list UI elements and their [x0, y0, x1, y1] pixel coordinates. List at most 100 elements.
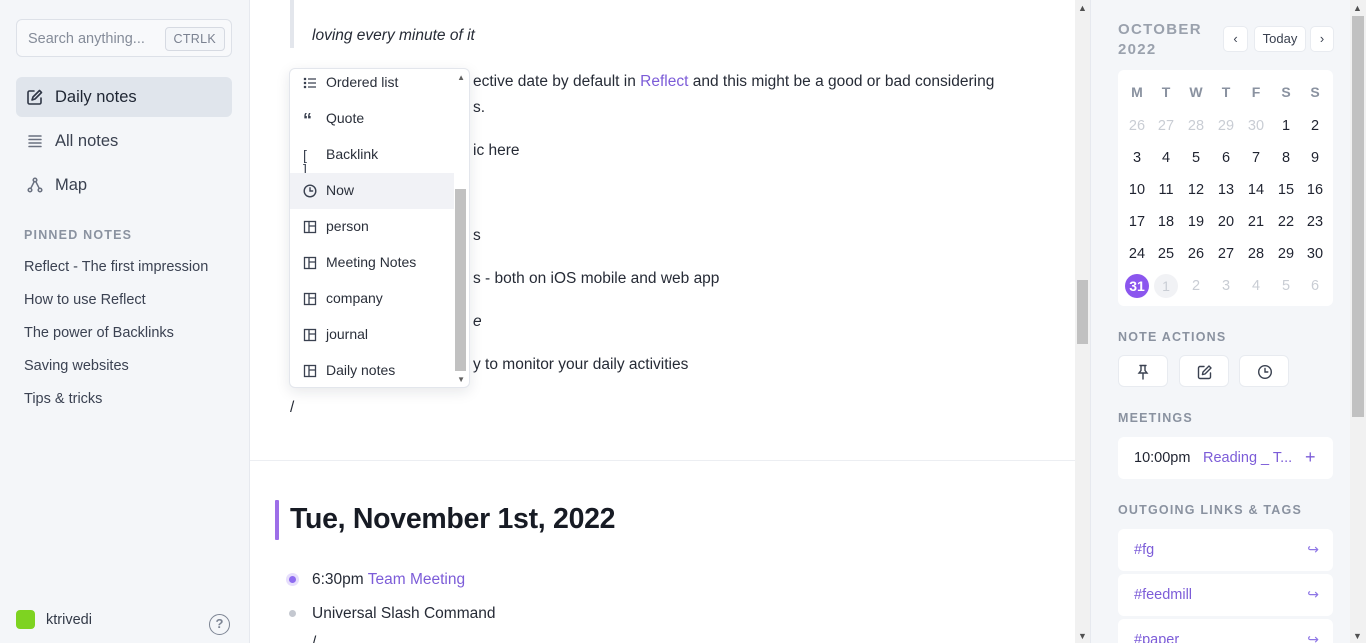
meeting-name[interactable]: Reading _ T... — [1203, 450, 1292, 466]
calendar-day[interactable]: 15 — [1271, 182, 1301, 198]
pinned-note[interactable]: How to use Reflect — [24, 292, 146, 308]
calendar-day[interactable]: 23 — [1300, 214, 1330, 230]
calendar-day[interactable]: 5 — [1271, 278, 1301, 294]
add-meeting-button[interactable]: + — [1305, 447, 1316, 468]
template-icon — [303, 364, 317, 378]
calendar-day[interactable]: 5 — [1181, 150, 1211, 166]
help-icon[interactable]: ? — [209, 614, 230, 635]
backlink[interactable]: Reflect — [640, 73, 688, 90]
calendar-day[interactable]: 30 — [1300, 246, 1330, 262]
pinned-note[interactable]: Saving websites — [24, 358, 129, 374]
right-panel-scrollbar[interactable]: ▲ ▼ — [1350, 0, 1366, 643]
calendar-day[interactable]: 18 — [1151, 214, 1181, 230]
scroll-up-icon[interactable]: ▲ — [1078, 3, 1087, 13]
calendar-day[interactable]: 22 — [1271, 214, 1301, 230]
calendar-day[interactable]: 3 — [1122, 150, 1152, 166]
calendar-day[interactable]: 14 — [1241, 182, 1271, 198]
editor[interactable]: loving every minute of it ective date by… — [250, 0, 1075, 643]
calendar-day[interactable]: 2 — [1181, 278, 1211, 294]
calendar-day[interactable]: 19 — [1181, 214, 1211, 230]
calendar-day[interactable]: 4 — [1241, 278, 1271, 294]
calendar-day[interactable]: 16 — [1300, 182, 1330, 198]
calendar-day[interactable]: 21 — [1241, 214, 1271, 230]
calendar-day[interactable]: 24 — [1122, 246, 1152, 262]
menu-item-backlink[interactable]: [ ] Backlink — [290, 137, 454, 176]
calendar-day[interactable]: 17 — [1122, 214, 1152, 230]
meeting-row[interactable]: 10:00pm Reading _ T... + — [1118, 437, 1333, 479]
pinned-note[interactable]: Tips & tricks — [24, 391, 102, 407]
editor-scrollbar[interactable]: ▲ ▼ — [1075, 0, 1090, 643]
calendar-day[interactable]: 11 — [1151, 182, 1181, 198]
day-divider — [250, 460, 1075, 461]
calendar-day[interactable]: 1 — [1154, 274, 1178, 298]
menu-item-template[interactable]: journal — [290, 317, 454, 353]
slash-command-input[interactable]: / — [290, 399, 294, 417]
nav-all-notes[interactable]: All notes — [16, 121, 232, 161]
calendar-day[interactable]: 26 — [1122, 118, 1152, 134]
edit-button[interactable] — [1179, 355, 1229, 387]
search-input[interactable]: Search anything... CTRLK — [16, 19, 232, 57]
calendar-day[interactable]: 6 — [1211, 150, 1241, 166]
nav-daily-notes[interactable]: Daily notes — [16, 77, 232, 117]
pinned-note[interactable]: The power of Backlinks — [24, 325, 174, 341]
editor-line: s — [473, 227, 481, 244]
calendar-day[interactable]: 10 — [1122, 182, 1152, 198]
menu-scroll-up-icon[interactable]: ▲ — [457, 73, 465, 82]
prev-month-button[interactable]: ‹ — [1223, 26, 1248, 52]
calendar-day[interactable]: 28 — [1181, 118, 1211, 134]
calendar-day[interactable]: 25 — [1151, 246, 1181, 262]
scrollbar-thumb[interactable] — [1352, 16, 1364, 417]
menu-scroll-down-icon[interactable]: ▼ — [457, 375, 465, 384]
next-month-button[interactable]: › — [1310, 26, 1334, 52]
nav-label: Map — [55, 176, 88, 194]
slash-command-menu[interactable]: Ordered list “ Quote [ ] Backlink Now pe… — [289, 68, 470, 388]
menu-item-template[interactable]: Daily notes — [290, 353, 454, 387]
history-button[interactable] — [1239, 355, 1289, 387]
pinned-note[interactable]: Reflect - The first impression — [24, 259, 208, 275]
pin-button[interactable] — [1118, 355, 1168, 387]
tag-item[interactable]: #feedmill ↪ — [1118, 574, 1333, 616]
meeting-link[interactable]: Team Meeting — [368, 571, 465, 588]
menu-item-template[interactable]: Meeting Notes — [290, 245, 454, 281]
calendar-day[interactable]: 4 — [1151, 150, 1181, 166]
sidebar: Search anything... CTRLK Daily notes All… — [0, 0, 250, 643]
tag-item[interactable]: #fg ↪ — [1118, 529, 1333, 571]
menu-item-template[interactable]: person — [290, 209, 454, 245]
menu-item-now[interactable]: Now — [290, 173, 454, 209]
scroll-down-icon[interactable]: ▼ — [1353, 631, 1362, 641]
calendar-day[interactable]: 20 — [1211, 214, 1241, 230]
calendar-day[interactable]: 8 — [1271, 150, 1301, 166]
tag-item[interactable]: #paper ↪ — [1118, 619, 1333, 643]
scroll-down-icon[interactable]: ▼ — [1078, 631, 1087, 641]
calendar-day[interactable]: 29 — [1211, 118, 1241, 134]
calendar-day[interactable]: 9 — [1300, 150, 1330, 166]
calendar-day[interactable]: 26 — [1181, 246, 1211, 262]
calendar-day[interactable]: 1 — [1271, 118, 1301, 134]
calendar-day[interactable]: 7 — [1241, 150, 1271, 166]
scrollbar-thumb[interactable] — [1077, 280, 1088, 344]
calendar-day[interactable]: 2 — [1300, 118, 1330, 134]
link-arrow-icon[interactable]: ↪ — [1307, 631, 1319, 643]
weekday-label: S — [1310, 84, 1320, 100]
calendar-day[interactable]: 27 — [1211, 246, 1241, 262]
menu-item-quote[interactable]: “ Quote — [290, 101, 454, 137]
scroll-up-icon[interactable]: ▲ — [1353, 3, 1362, 13]
user-menu[interactable]: ktrivedi — [16, 610, 136, 630]
calendar-day[interactable]: 30 — [1241, 118, 1271, 134]
calendar-day[interactable]: 12 — [1181, 182, 1211, 198]
calendar-day[interactable]: 27 — [1151, 118, 1181, 134]
today-button[interactable]: Today — [1254, 26, 1306, 52]
calendar-day[interactable]: 28 — [1241, 246, 1271, 262]
menu-item-template[interactable]: company — [290, 281, 454, 317]
calendar-day[interactable]: 13 — [1211, 182, 1241, 198]
menu-scrollbar-thumb[interactable] — [455, 189, 466, 371]
nav-map[interactable]: Map — [16, 165, 232, 205]
menu-item-ordered-list[interactable]: Ordered list — [290, 69, 454, 101]
calendar-day[interactable]: 29 — [1271, 246, 1301, 262]
calendar-day[interactable]: 3 — [1211, 278, 1241, 294]
link-arrow-icon[interactable]: ↪ — [1307, 586, 1319, 603]
calendar-day[interactable]: 31 — [1125, 274, 1149, 298]
avatar — [16, 610, 35, 629]
calendar-day[interactable]: 6 — [1300, 278, 1330, 294]
link-arrow-icon[interactable]: ↪ — [1307, 541, 1319, 558]
